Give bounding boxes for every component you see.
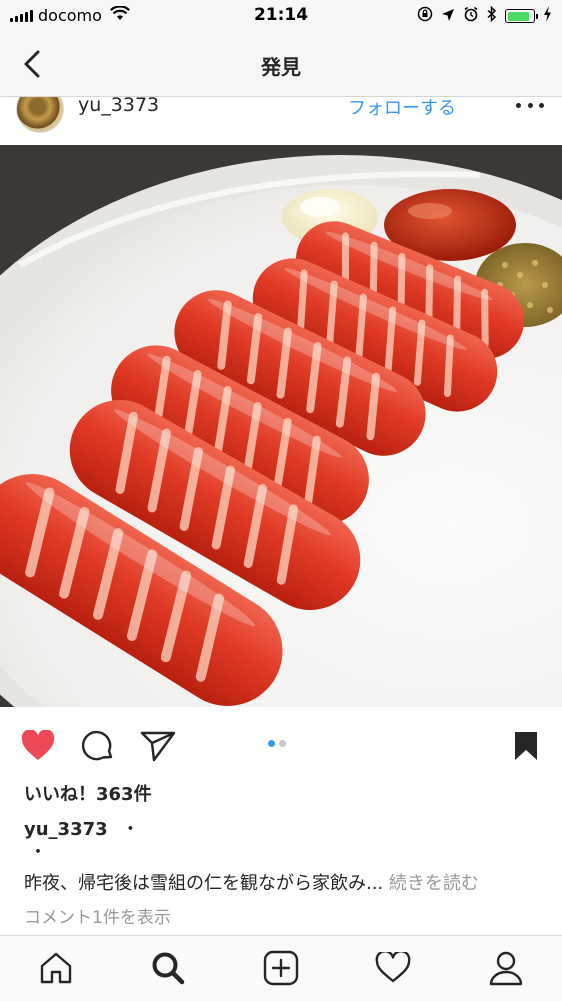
tab-activity[interactable]: [371, 946, 415, 990]
save-button[interactable]: [506, 726, 546, 766]
likes-count[interactable]: いいね！363件: [24, 780, 152, 806]
profile-icon: [489, 951, 523, 986]
carousel-indicator: [268, 740, 286, 747]
alarm-icon: [463, 6, 479, 26]
sausage-plate-image: [0, 145, 562, 707]
follow-button[interactable]: フォローする: [348, 97, 456, 120]
tab-home[interactable]: [34, 946, 78, 990]
comment-icon: [81, 730, 113, 761]
orientation-lock-icon: [417, 6, 433, 26]
battery-level: [507, 11, 529, 21]
share-button[interactable]: [138, 726, 178, 766]
home-icon: [40, 952, 72, 984]
status-bar: docomo 21:14: [0, 0, 562, 32]
view-comments-link[interactable]: コメント1件を表示: [24, 903, 171, 928]
search-icon: [152, 952, 185, 985]
post-header: yu_3373 フォローする: [0, 97, 562, 145]
bookmark-filled-icon: [515, 732, 537, 760]
send-icon: [140, 731, 176, 762]
carousel-dot-active: [268, 740, 275, 747]
charging-icon: [543, 6, 552, 26]
read-more-link[interactable]: 続きを読む: [389, 873, 479, 894]
activity-heart-icon: [375, 952, 411, 983]
caption-username[interactable]: yu_3373: [24, 819, 108, 840]
add-post-icon: [263, 950, 299, 986]
post-photo[interactable]: [0, 145, 562, 707]
comment-button[interactable]: [78, 726, 118, 766]
tab-search[interactable]: [146, 946, 190, 990]
tab-profile[interactable]: [484, 946, 528, 990]
avatar[interactable]: [16, 97, 64, 133]
caption-separator: ・: [121, 819, 140, 840]
caption-bullet: ・: [29, 842, 47, 863]
tab-bar: [0, 935, 562, 1001]
carousel-dot: [279, 740, 286, 747]
post-username[interactable]: yu_3373: [78, 97, 159, 116]
navigation-bar: 発見: [0, 32, 562, 97]
heart-filled-icon: [21, 730, 55, 760]
battery-icon: [505, 9, 538, 23]
page-title: 発見: [261, 55, 301, 79]
caption-text-line: 昨夜、帰宅後は雪組の仁を観ながら家飲み... 続きを読む: [24, 869, 479, 895]
caption-text: 昨夜、帰宅後は雪組の仁を観ながら家飲み...: [24, 873, 384, 894]
more-horizontal-icon[interactable]: [516, 97, 544, 115]
location-arrow-icon: [441, 7, 455, 26]
bluetooth-icon: [487, 5, 497, 26]
post-action-bar: [0, 720, 562, 768]
status-right: [417, 5, 552, 26]
tab-new-post[interactable]: [259, 946, 303, 990]
like-button[interactable]: [18, 726, 58, 766]
